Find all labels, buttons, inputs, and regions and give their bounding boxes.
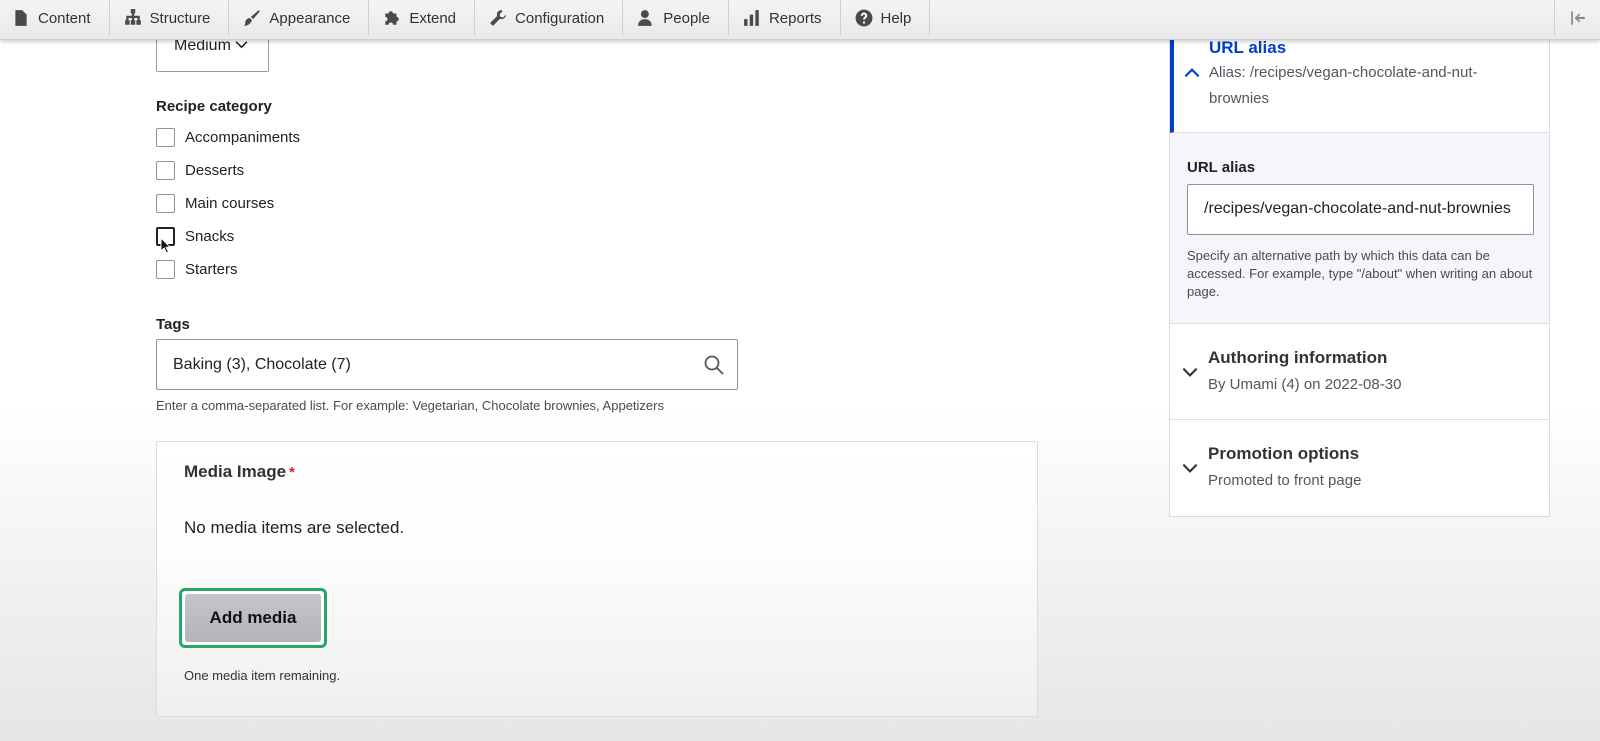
toolbar-item-help[interactable]: Help (841, 0, 931, 36)
checkbox-box[interactable] (156, 127, 175, 147)
checkbox-box[interactable] (156, 259, 175, 279)
tags-help-text: Enter a comma-separated list. For exampl… (156, 398, 664, 413)
checkbox-label: Accompaniments (185, 128, 301, 146)
file-icon (15, 10, 27, 26)
toolbar-item-configuration[interactable]: Configuration (475, 0, 624, 36)
sidebar-toggle-icon (1570, 11, 1585, 25)
chevron-down-icon (1182, 367, 1198, 377)
url-alias-help-text: Specify an alternative path by which thi… (1187, 248, 1533, 299)
person-icon (638, 10, 652, 26)
checkbox-box[interactable] (156, 193, 175, 213)
authoring-information-summary[interactable]: Authoring information By Umami (4) on 20… (1170, 324, 1549, 420)
toolbar-item-label: Structure (149, 9, 211, 27)
toolbar-item-label: Configuration (515, 9, 605, 27)
toolbar-item-people[interactable]: People (623, 0, 729, 36)
checkbox-label: Main courses (185, 194, 275, 212)
chevron-up-icon (1184, 68, 1200, 78)
toolbar-item-label: Help (880, 9, 912, 27)
chevron-down-icon (235, 38, 248, 71)
toolbar-item-appearance[interactable]: Appearance (229, 0, 370, 36)
node-sidebar: URL alias Alias: /recipes/vegan-chocolat… (1169, 38, 1550, 517)
toolbar-item-structure[interactable]: Structure (110, 0, 230, 36)
question-icon (855, 9, 872, 27)
chevron-down-icon (1182, 463, 1198, 473)
toolbar-item-label: Content (38, 9, 91, 27)
media-remaining-text: One media item remaining. (184, 668, 341, 683)
add-media-button-label: Add media (185, 594, 321, 642)
media-empty-message: No media items are selected. (184, 518, 405, 537)
url-alias-input[interactable]: /recipes/vegan-chocolate-and-nut-brownie… (1187, 184, 1534, 235)
checkbox-label: Starters (185, 260, 238, 278)
wrench-icon (490, 10, 506, 26)
checkbox-starters[interactable]: Starters (156, 259, 238, 279)
toolbar-item-extend[interactable]: Extend (369, 0, 476, 36)
checkbox-main-courses[interactable]: Main courses (156, 193, 274, 213)
add-media-button[interactable]: Add media (179, 588, 327, 648)
url-alias-summary[interactable]: URL alias Alias: /recipes/vegan-chocolat… (1170, 38, 1549, 133)
checkbox-box[interactable] (156, 160, 175, 180)
toolbar-item-reports[interactable]: Reports (729, 0, 841, 36)
checkbox-label: Snacks (185, 227, 235, 245)
url-alias-summary-text: Alias: /recipes/vegan-chocolate-and-nut-… (1209, 64, 1478, 107)
toolbar-orientation-toggle[interactable] (1554, 0, 1600, 36)
checkbox-desserts[interactable]: Desserts (156, 160, 244, 180)
url-alias-field-label: URL alias (1187, 159, 1256, 176)
media-image-field: Media Image * No media items are selected… (156, 441, 1038, 717)
admin-toolbar: Content Structure Appearance Extend Conf… (0, 0, 1600, 40)
media-image-label: Media Image * (184, 462, 295, 482)
paintbrush-icon (244, 10, 261, 26)
mouse-cursor-icon (160, 237, 172, 254)
search-icon (704, 355, 724, 375)
required-marker: * (289, 464, 295, 481)
recipe-category-label: Recipe category (156, 98, 272, 115)
toolbar-item-label: Reports (768, 9, 822, 27)
authoring-information-title[interactable]: Authoring information (1208, 348, 1387, 368)
promotion-options-title[interactable]: Promotion options (1208, 444, 1359, 464)
sitemap-icon (124, 9, 141, 25)
checkbox-label: Desserts (185, 161, 245, 179)
promotion-options-summary[interactable]: Promotion options Promoted to front page (1170, 420, 1549, 517)
url-alias-details: URL alias /recipes/vegan-chocolate-and-n… (1170, 133, 1549, 324)
authoring-information-summary-text: By Umami (4) on 2022-08-30 (1208, 376, 1402, 393)
toolbar-item-label: People (663, 9, 710, 27)
url-alias-title[interactable]: URL alias (1209, 38, 1286, 58)
toolbar-item-label: Extend (409, 9, 457, 27)
tags-input[interactable]: Baking (3), Chocolate (7) (156, 339, 738, 390)
media-image-label-text: Media Image (184, 462, 287, 481)
bar-chart-icon (744, 10, 759, 26)
puzzle-icon (385, 11, 400, 25)
difficulty-select-value: Medium (174, 37, 231, 54)
toolbar-item-content[interactable]: Content (0, 0, 110, 36)
toolbar-item-label: Appearance (269, 9, 351, 27)
tags-label: Tags (156, 316, 190, 333)
promotion-options-summary-text: Promoted to front page (1208, 472, 1362, 489)
checkbox-accompaniments[interactable]: Accompaniments (156, 127, 300, 147)
tags-input-value: Baking (3), Chocolate (7) (173, 355, 351, 373)
